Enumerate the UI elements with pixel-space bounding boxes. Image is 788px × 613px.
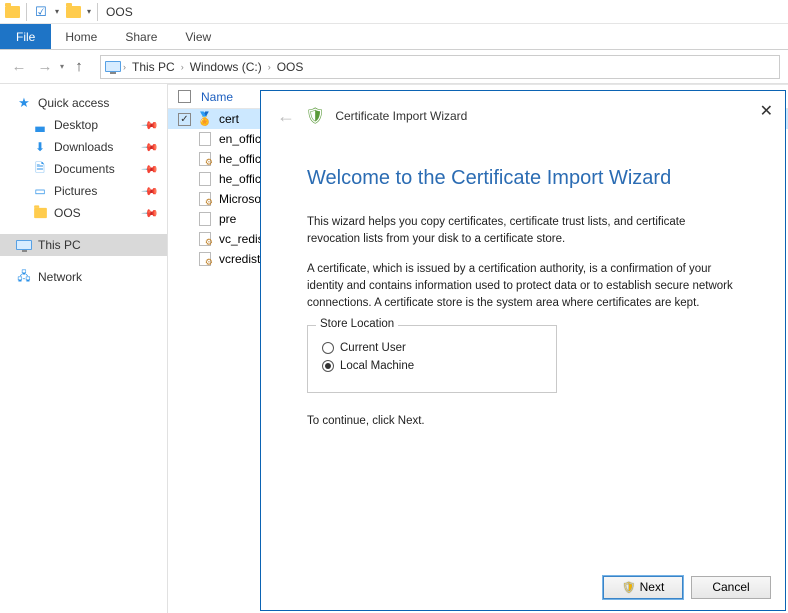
chevron-right-icon[interactable]: › xyxy=(268,62,271,72)
certificate-import-wizard: ← 🛡 Certificate Import Wizard ✕ Welcome … xyxy=(260,90,786,611)
star-icon: ★ xyxy=(16,95,32,111)
nav-label: Desktop xyxy=(54,118,98,132)
this-pc-icon xyxy=(16,237,32,253)
store-location-legend: Store Location xyxy=(316,318,398,330)
chevron-right-icon[interactable]: › xyxy=(123,62,126,72)
nav-documents[interactable]: 🗎 Documents 📌 xyxy=(0,158,167,180)
file-name: cert xyxy=(219,112,239,126)
check-icon[interactable]: ☑ xyxy=(33,4,49,20)
wizard-footer: 🛡 Next Cancel xyxy=(261,564,785,610)
installer-icon xyxy=(197,251,213,267)
nav-oos[interactable]: OOS 📌 xyxy=(0,202,167,224)
nav-pictures[interactable]: ▭ Pictures 📌 xyxy=(0,180,167,202)
chevron-down-icon[interactable]: ▾ xyxy=(55,7,59,16)
chevron-right-icon[interactable]: › xyxy=(181,62,184,72)
this-pc-icon xyxy=(105,61,121,72)
certificate-wizard-icon: 🛡 xyxy=(305,106,325,126)
nav-label: Downloads xyxy=(54,140,113,154)
folder-icon xyxy=(4,4,20,20)
continue-text: To continue, click Next. xyxy=(307,415,739,427)
next-button[interactable]: 🛡 Next xyxy=(603,576,683,599)
wizard-paragraph: This wizard helps you copy certificates,… xyxy=(307,214,739,247)
tab-view[interactable]: View xyxy=(171,24,225,49)
radio-label: Local Machine xyxy=(340,360,414,372)
wizard-heading: Welcome to the Certificate Import Wizard xyxy=(307,167,739,190)
nav-this-pc[interactable]: This PC xyxy=(0,234,167,256)
documents-icon: 🗎 xyxy=(32,161,48,177)
file-name: pre xyxy=(219,212,236,226)
nav-label: Documents xyxy=(54,162,115,176)
nav-downloads[interactable]: ⬇ Downloads 📌 xyxy=(0,136,167,158)
checkbox[interactable] xyxy=(178,90,191,103)
crumb-folder[interactable]: OOS xyxy=(273,60,308,74)
column-name[interactable]: Name xyxy=(201,90,233,104)
store-location-group: Store Location Current User Local Machin… xyxy=(307,325,557,393)
tab-file[interactable]: File xyxy=(0,24,51,49)
divider xyxy=(26,3,27,21)
chevron-down-icon[interactable]: ▾ xyxy=(87,7,91,16)
shield-icon: 🛡 xyxy=(622,581,636,594)
tab-home[interactable]: Home xyxy=(51,24,111,49)
divider xyxy=(97,3,98,21)
desktop-icon: ▃ xyxy=(32,117,48,133)
installer-icon xyxy=(197,231,213,247)
back-button[interactable]: ← xyxy=(8,56,30,78)
network-icon: 🖧 xyxy=(16,269,32,285)
up-button[interactable]: ↑ xyxy=(68,56,90,78)
nav-label: Quick access xyxy=(38,96,109,110)
certificate-icon: 🏅 xyxy=(197,111,213,127)
nav-desktop[interactable]: ▃ Desktop 📌 xyxy=(0,114,167,136)
radio-label: Current User xyxy=(340,342,406,354)
pin-icon: 📌 xyxy=(141,160,160,179)
tab-share[interactable]: Share xyxy=(111,24,171,49)
nav-label: Pictures xyxy=(54,184,97,198)
nav-row: ← → ▾ ↑ › This PC › Windows (C:) › OOS xyxy=(0,50,788,84)
nav-network[interactable]: 🖧 Network xyxy=(0,266,167,288)
radio-icon[interactable] xyxy=(322,360,334,372)
title-bar: ☑ ▾ ▾ OOS xyxy=(0,0,788,24)
config-icon xyxy=(197,191,213,207)
nav-label: OOS xyxy=(54,206,81,220)
file-icon xyxy=(197,131,213,147)
checkbox[interactable]: ✓ xyxy=(178,113,191,126)
navigation-pane: ★ Quick access ▃ Desktop 📌 ⬇ Downloads 📌… xyxy=(0,84,168,613)
pin-icon: 📌 xyxy=(141,116,160,135)
wizard-paragraph: A certificate, which is issued by a cert… xyxy=(307,261,739,311)
radio-local-machine[interactable]: Local Machine xyxy=(322,360,542,372)
wizard-title: Certificate Import Wizard xyxy=(335,109,467,123)
radio-current-user[interactable]: Current User xyxy=(322,342,542,354)
nav-label: This PC xyxy=(38,238,81,252)
crumb-this-pc[interactable]: This PC xyxy=(128,60,179,74)
folder-icon xyxy=(32,205,48,221)
file-icon xyxy=(197,211,213,227)
button-label: Cancel xyxy=(712,580,749,594)
pictures-icon: ▭ xyxy=(32,183,48,199)
radio-icon[interactable] xyxy=(322,342,334,354)
ribbon-tabs: File Home Share View xyxy=(0,24,788,50)
downloads-icon: ⬇ xyxy=(32,139,48,155)
wizard-header: ← 🛡 Certificate Import Wizard ✕ xyxy=(261,91,785,141)
nav-quick-access[interactable]: ★ Quick access xyxy=(0,92,167,114)
button-label: Next xyxy=(640,580,665,594)
back-icon[interactable]: ← xyxy=(277,106,295,127)
crumb-drive[interactable]: Windows (C:) xyxy=(186,60,266,74)
address-bar[interactable]: › This PC › Windows (C:) › OOS xyxy=(100,55,780,79)
file-icon xyxy=(197,171,213,187)
forward-button[interactable]: → xyxy=(34,56,56,78)
pin-icon: 📌 xyxy=(141,138,160,157)
cancel-button[interactable]: Cancel xyxy=(691,576,771,599)
pin-icon: 📌 xyxy=(141,182,160,201)
folder-icon xyxy=(65,4,81,20)
nav-label: Network xyxy=(38,270,82,284)
window-title: OOS xyxy=(106,5,133,19)
config-icon xyxy=(197,151,213,167)
history-chevron-icon[interactable]: ▾ xyxy=(60,62,64,71)
wizard-body: Welcome to the Certificate Import Wizard… xyxy=(261,141,785,564)
pin-icon: 📌 xyxy=(141,204,160,223)
close-button[interactable]: ✕ xyxy=(760,101,773,121)
